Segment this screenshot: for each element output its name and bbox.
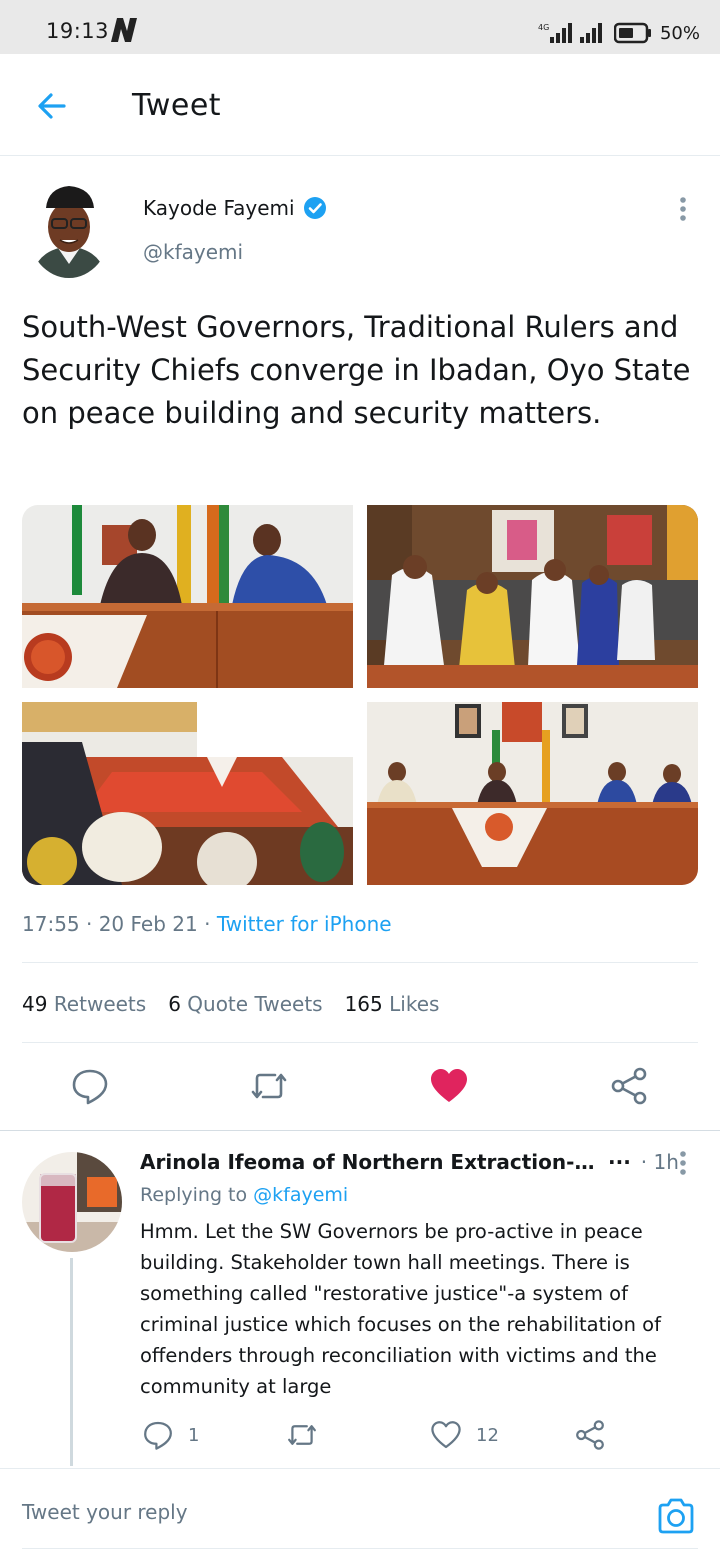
reply-like-button[interactable]: 12 <box>430 1418 499 1452</box>
quotes-stat[interactable]: 6 Quote Tweets <box>168 992 322 1016</box>
quotes-label: Quote Tweets <box>187 992 323 1016</box>
share-icon <box>576 1420 604 1450</box>
battery-icon <box>613 22 651 44</box>
retweets-stat[interactable]: 49 Retweets <box>22 992 146 1016</box>
thread-line <box>70 1258 73 1466</box>
reply-text: Hmm. Let the SW Governors be pro-active … <box>140 1220 661 1398</box>
reply-input[interactable]: Tweet your reply <box>22 1500 622 1534</box>
divider <box>22 962 698 963</box>
signal-icon <box>579 23 602 43</box>
reply-comment-count: 1 <box>188 1424 200 1446</box>
tweet-source[interactable]: Twitter for iPhone <box>217 912 392 936</box>
reply-share-button[interactable] <box>574 1418 606 1452</box>
likes-label: Likes <box>389 992 440 1016</box>
divider <box>22 1548 698 1549</box>
likes-count: 165 <box>344 992 383 1016</box>
retweet-icon <box>288 1425 316 1445</box>
svg-text:4G: 4G <box>538 23 549 32</box>
status-bar: 19:13 4G 50% <box>0 0 720 54</box>
tweet-stats: 49 Retweets 6 Quote Tweets 165 Likes <box>22 992 439 1016</box>
heart-icon[interactable] <box>429 1066 469 1106</box>
tweet-actions <box>0 1062 720 1112</box>
battery-percent: 50% <box>659 22 700 44</box>
reply-name-ellipsis: ··· <box>608 1150 631 1174</box>
verified-badge-icon <box>303 197 326 219</box>
comment-icon[interactable] <box>70 1066 110 1106</box>
tweet-text: South-West Governors, Traditional Rulers… <box>22 310 691 430</box>
tweet-timestamp: 17:55 · 20 Feb 21 · <box>22 912 217 936</box>
reply-retweet-button[interactable] <box>286 1418 318 1452</box>
reply-like-count: 12 <box>476 1424 499 1446</box>
notification-n-icon <box>111 18 137 42</box>
replying-prefix: Replying to <box>140 1184 254 1206</box>
reply-avatar[interactable] <box>22 1152 122 1252</box>
camera-icon[interactable] <box>656 1496 696 1536</box>
more-vertical-icon[interactable] <box>672 1150 694 1176</box>
comment-icon <box>144 1421 172 1450</box>
likes-stat[interactable]: 165 Likes <box>345 992 440 1016</box>
retweets-count: 49 <box>22 992 48 1016</box>
tweet-timestamp-row: 17:55 · 20 Feb 21 · Twitter for iPhone <box>22 912 392 936</box>
page-title: Tweet <box>132 88 222 123</box>
replying-to: Replying to @kfayemi <box>140 1184 348 1206</box>
reply-header: Arinola Ifeoma of Northern Extraction-Al… <box>140 1150 690 1174</box>
retweets-label: Retweets <box>53 992 147 1016</box>
heart-outline-icon <box>431 1421 461 1449</box>
back-arrow-icon[interactable] <box>32 86 72 126</box>
tweet-photo-4[interactable] <box>367 702 698 885</box>
status-time: 19:13 <box>46 19 110 43</box>
quotes-count: 6 <box>168 992 181 1016</box>
tweet-photo-1[interactable] <box>22 505 353 688</box>
more-vertical-icon[interactable] <box>672 196 694 222</box>
reply-author-name[interactable]: Arinola Ifeoma of Northern Extraction-Al… <box>140 1150 602 1174</box>
author-name-row[interactable]: Kayode Fayemi <box>143 196 327 220</box>
retweet-icon[interactable] <box>249 1066 289 1106</box>
top-app-bar: Tweet <box>0 54 720 156</box>
section-divider <box>0 1130 720 1131</box>
reply-comment-button[interactable]: 1 <box>142 1418 199 1452</box>
author-avatar[interactable] <box>28 182 110 278</box>
divider <box>0 1468 720 1469</box>
tweet-photo-2[interactable] <box>367 505 698 688</box>
author-name[interactable]: Kayode Fayemi <box>143 196 295 220</box>
status-right: 4G 50% <box>538 18 700 48</box>
signal-4g-icon: 4G <box>538 23 572 43</box>
divider <box>22 1042 698 1043</box>
share-icon[interactable] <box>609 1066 649 1106</box>
tweet-photo-3[interactable] <box>22 702 353 885</box>
replying-handle[interactable]: @kfayemi <box>253 1184 348 1206</box>
author-handle[interactable]: @kfayemi <box>143 240 243 264</box>
